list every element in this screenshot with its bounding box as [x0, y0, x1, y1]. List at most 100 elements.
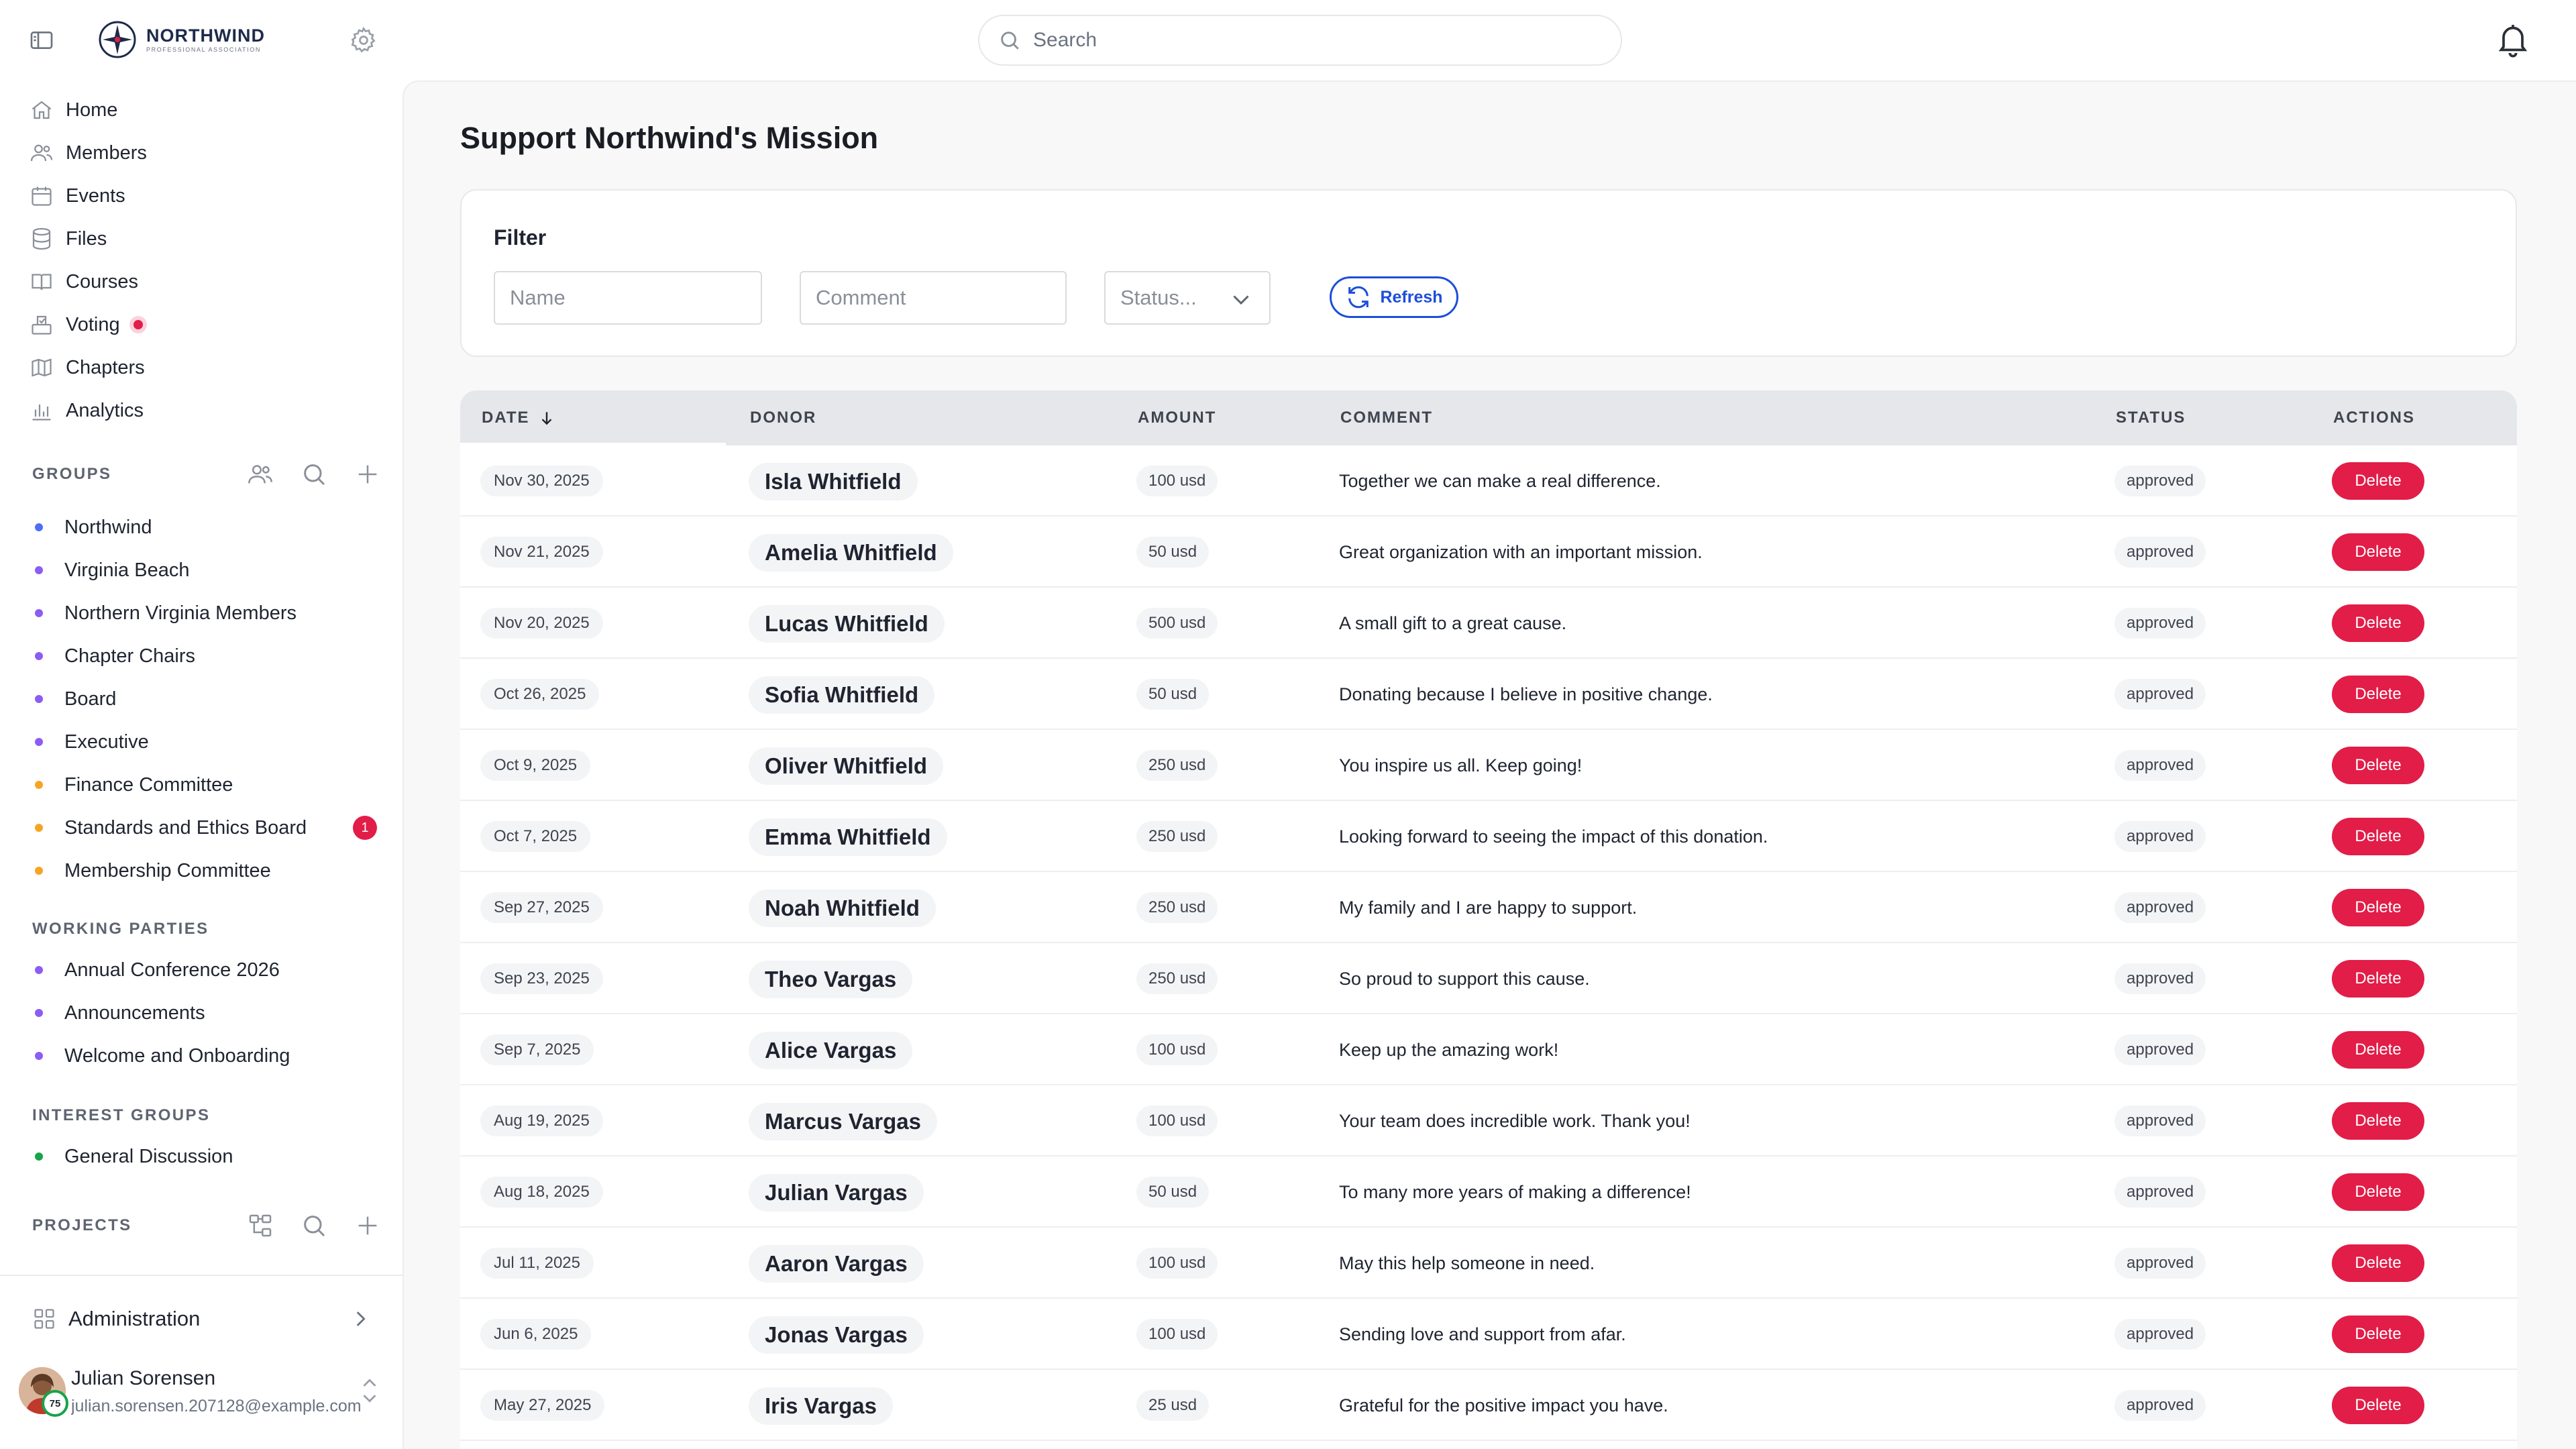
status-badge: approved: [2114, 1034, 2206, 1065]
delete-button[interactable]: Delete: [2332, 960, 2424, 998]
group-color-dot: [35, 609, 43, 617]
donation-amount: 100 usd: [1136, 466, 1218, 496]
delete-button[interactable]: Delete: [2332, 676, 2424, 713]
group-members-icon[interactable]: [247, 461, 274, 488]
sidebar-footer: Administration 75 Julian Sorensen julian…: [0, 1275, 402, 1449]
settings-gear-icon[interactable]: [349, 25, 378, 55]
sidebar-group-item[interactable]: Virginia Beach: [35, 549, 384, 592]
status-badge: approved: [2114, 821, 2206, 852]
donation-amount: 250 usd: [1136, 892, 1218, 923]
delete-button[interactable]: Delete: [2332, 604, 2424, 642]
sidebar-group-item[interactable]: Welcome and Onboarding: [35, 1034, 384, 1077]
delete-button[interactable]: Delete: [2332, 1387, 2424, 1424]
table-row: Aug 19, 2025 Marcus Vargas 100 usd Your tea…: [460, 1085, 2517, 1157]
column-header-date[interactable]: DATE: [482, 390, 555, 445]
sidebar-group-item[interactable]: Chapter Chairs: [35, 635, 384, 678]
delete-button[interactable]: Delete: [2332, 1316, 2424, 1353]
book-icon: [32, 274, 52, 290]
sidebar-group-item[interactable]: Northwind: [35, 506, 384, 549]
group-color-dot: [35, 738, 43, 746]
table-row: Nov 30, 2025 Isla Whitfield 100 usd Togethe…: [460, 445, 2517, 517]
sidebar-group-item[interactable]: Annual Conference 2026: [35, 949, 384, 991]
delete-button[interactable]: Delete: [2332, 462, 2424, 500]
table-body: Nov 30, 2025 Isla Whitfield 100 usd Togethe…: [460, 445, 2517, 1441]
add-project-icon[interactable]: [354, 1212, 381, 1239]
sidebar-toggle-icon[interactable]: [27, 27, 56, 54]
delete-button[interactable]: Delete: [2332, 1031, 2424, 1069]
group-label: Board: [64, 688, 117, 710]
status-badge: approved: [2114, 1319, 2206, 1350]
notifications-bell-icon[interactable]: [2494, 20, 2532, 58]
sidebar-group-item[interactable]: General Discussion: [35, 1135, 384, 1178]
sidebar-group-item[interactable]: Board: [35, 678, 384, 720]
delete-button[interactable]: Delete: [2332, 1102, 2424, 1140]
donor-name: Sofia Whitfield: [749, 676, 935, 714]
nav-item-analytics[interactable]: Analytics: [30, 389, 378, 432]
status-badge: approved: [2114, 1390, 2206, 1421]
name-filter-input[interactable]: [494, 271, 762, 325]
group-color-dot: [35, 523, 43, 531]
status-badge: approved: [2114, 750, 2206, 781]
delete-button[interactable]: Delete: [2332, 747, 2424, 784]
status-badge: approved: [2114, 537, 2206, 568]
donation-date: Nov 20, 2025: [480, 608, 603, 639]
table-row: May 27, 2025 Iris Vargas 25 usd Grateful fo…: [460, 1370, 2517, 1441]
add-group-icon[interactable]: [354, 461, 381, 488]
avatar-level-badge: 75: [42, 1390, 68, 1417]
group-label: General Discussion: [64, 1145, 233, 1167]
delete-button[interactable]: Delete: [2332, 1173, 2424, 1211]
search-projects-icon[interactable]: [301, 1212, 327, 1239]
nav-item-files[interactable]: Files: [30, 217, 378, 260]
donation-amount: 100 usd: [1136, 1248, 1218, 1279]
group-label: Northwind: [64, 516, 152, 538]
table-row: Jul 11, 2025 Aaron Vargas 100 usd May this …: [460, 1228, 2517, 1299]
compass-logo-icon: [99, 21, 136, 58]
column-header-donor: DONOR: [750, 409, 817, 427]
status-badge: approved: [2114, 608, 2206, 639]
sidebar-group-item[interactable]: Executive: [35, 720, 384, 763]
main-nav: Home Members Events Files Courses Voting…: [30, 89, 378, 432]
grid-icon: [34, 1309, 54, 1329]
sidebar-group-item[interactable]: Membership Committee: [35, 849, 384, 892]
delete-button[interactable]: Delete: [2332, 889, 2424, 926]
sidebar-group-item[interactable]: Northern Virginia Members: [35, 592, 384, 635]
search-input[interactable]: [1033, 29, 1583, 52]
donation-amount: 50 usd: [1136, 537, 1210, 568]
nav-item-courses[interactable]: Courses: [30, 260, 378, 303]
group-color-dot: [35, 566, 43, 574]
comment-filter-input[interactable]: [800, 271, 1067, 325]
donation-date: Oct 26, 2025: [480, 679, 600, 710]
column-label: DATE: [482, 409, 530, 427]
sidebar-group-item[interactable]: Standards and Ethics Board 1: [35, 806, 384, 849]
project-tree-icon[interactable]: [247, 1212, 274, 1239]
donation-date: Nov 30, 2025: [480, 466, 603, 496]
nav-item-home[interactable]: Home: [30, 89, 378, 131]
refresh-button[interactable]: Refresh: [1330, 276, 1458, 318]
brand-name: NORTHWIND: [146, 25, 265, 46]
nav-item-voting[interactable]: Voting: [30, 303, 378, 346]
delete-button[interactable]: Delete: [2332, 533, 2424, 571]
donation-date: May 27, 2025: [480, 1390, 605, 1421]
sidebar-group-item[interactable]: Announcements: [35, 991, 384, 1034]
brand-logo[interactable]: NORTHWIND PROFESSIONAL ASSOCIATION: [98, 20, 265, 59]
nav-label: Members: [66, 142, 147, 164]
nav-label: Events: [66, 184, 125, 207]
delete-button[interactable]: Delete: [2332, 1244, 2424, 1282]
chevron-down-icon: [1233, 295, 1249, 305]
administration-link[interactable]: Administration: [32, 1299, 381, 1339]
status-badge: approved: [2114, 1177, 2206, 1208]
nav-item-chapters[interactable]: Chapters: [30, 346, 378, 389]
donation-comment: A small gift to a great cause.: [1339, 612, 1567, 633]
delete-button[interactable]: Delete: [2332, 818, 2424, 855]
chevron-right-icon: [356, 1311, 366, 1326]
nav-label: Analytics: [66, 399, 144, 421]
sidebar-group-item[interactable]: Finance Committee: [35, 763, 384, 806]
status-filter-select[interactable]: Status...: [1104, 271, 1271, 325]
user-menu[interactable]: 75 Julian Sorensen julian.sorensen.20712…: [19, 1360, 381, 1428]
table-row: Nov 21, 2025 Amelia Whitfield 50 usd Great …: [460, 517, 2517, 588]
nav-item-events[interactable]: Events: [30, 174, 378, 217]
search-groups-icon[interactable]: [301, 461, 327, 488]
nav-item-members[interactable]: Members: [30, 131, 378, 174]
donor-name: Oliver Whitfield: [749, 747, 944, 785]
donor-name: Marcus Vargas: [749, 1103, 937, 1140]
